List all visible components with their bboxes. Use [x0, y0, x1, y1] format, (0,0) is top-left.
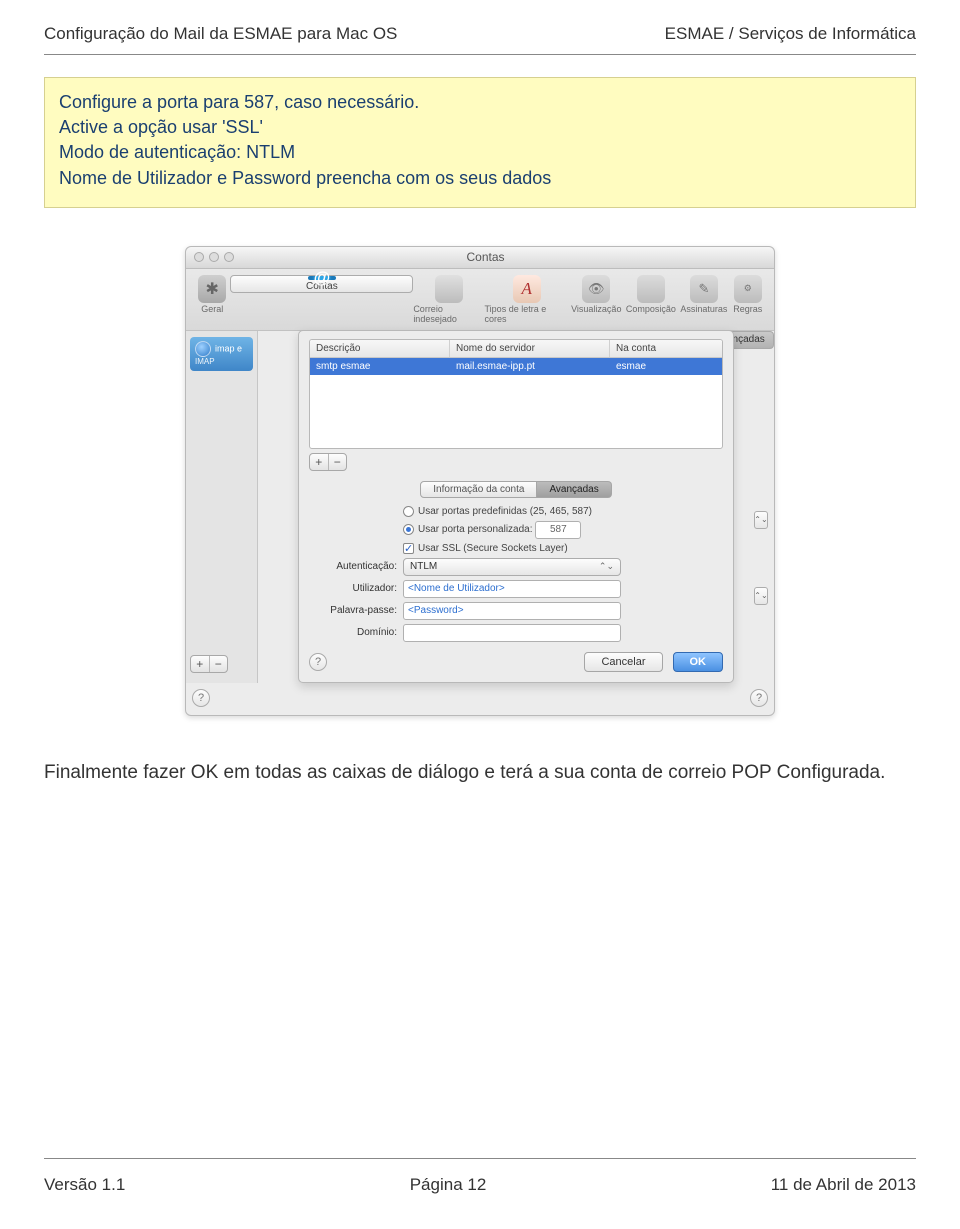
cell-description: smtp esmae — [310, 358, 450, 375]
checkbox-ssl[interactable] — [403, 543, 414, 554]
label-password: Palavra-passe: — [309, 605, 403, 616]
tab-fonts[interactable]: Tipos de letra e cores — [485, 275, 569, 324]
signature-icon — [690, 275, 718, 303]
closing-paragraph: Finalmente fazer OK em todas as caixas d… — [44, 762, 916, 784]
gear-icon — [198, 275, 226, 303]
junk-icon — [435, 275, 463, 303]
label-default-ports: Usar portas predefinidas (25, 465, 587) — [418, 506, 592, 517]
tab-signatures[interactable]: Assinaturas — [678, 275, 729, 324]
tab-accounts[interactable]: Contas — [230, 275, 413, 293]
tab-view[interactable]: Visualização — [569, 275, 624, 324]
tab-rules[interactable]: Regras — [730, 275, 766, 324]
cancel-button[interactable]: Cancelar — [584, 652, 662, 672]
footer-date: 11 de Abril de 2013 — [771, 1175, 916, 1195]
tab-compose[interactable]: Composição — [624, 275, 679, 324]
help-button[interactable]: ? — [750, 689, 768, 707]
password-input[interactable]: <Password> — [403, 602, 621, 620]
username-input[interactable]: <Nome de Utilizador> — [403, 580, 621, 598]
tab-account-info[interactable]: Informação da conta — [420, 481, 537, 498]
add-account-button[interactable]: + — [191, 656, 210, 672]
chevron-updown-icon: ⌃⌄ — [599, 561, 614, 572]
ok-button[interactable]: OK — [673, 652, 724, 672]
column-header-description[interactable]: Descrição — [310, 340, 450, 357]
sidebar-plus-minus: + − — [190, 655, 228, 673]
note-line: Nome de Utilizador e Password preencha c… — [59, 166, 901, 191]
label-domain: Domínio: — [309, 627, 403, 638]
tab-junk[interactable]: Correio indesejado — [413, 275, 484, 324]
server-plus-minus: + − — [309, 453, 347, 471]
cell-account: esmae — [610, 358, 722, 375]
eye-icon — [582, 275, 610, 303]
add-server-button[interactable]: + — [310, 454, 329, 470]
sidebar-item-account[interactable]: imap e IMAP — [190, 337, 253, 371]
window-title: Contas — [197, 250, 774, 264]
note-line: Active a opção usar 'SSL' — [59, 115, 901, 140]
at-icon — [308, 276, 336, 280]
auth-select[interactable]: NTLM⌃⌄ — [403, 558, 621, 576]
compose-icon — [637, 275, 665, 303]
header-right: ESMAE / Serviços de Informática — [665, 24, 916, 44]
header-left: Configuração do Mail da ESMAE para Mac O… — [44, 24, 397, 44]
rules-icon — [734, 275, 762, 303]
remove-account-button[interactable]: − — [210, 656, 228, 672]
titlebar: Contas — [186, 247, 774, 269]
radio-custom-port[interactable] — [403, 524, 414, 535]
table-row[interactable]: smtp esmae mail.esmae-ipp.pt esmae — [310, 358, 722, 375]
note-line: Modo de autenticação: NTLM — [59, 140, 901, 165]
background-select-stub[interactable]: ⌃⌄ — [754, 511, 768, 529]
domain-input[interactable] — [403, 624, 621, 642]
mac-window: Contas Geral Contas Correio indesejado T… — [185, 246, 775, 716]
label-custom-port: Usar porta personalizada: — [418, 524, 533, 535]
preferences-toolbar: Geral Contas Correio indesejado Tipos de… — [186, 269, 774, 331]
background-select-stub[interactable]: ⌃⌄ — [754, 587, 768, 605]
remove-server-button[interactable]: − — [329, 454, 347, 470]
note-line: Configure a porta para 587, caso necessá… — [59, 90, 901, 115]
smtp-server-list: Descrição Nome do servidor Na conta smtp… — [309, 339, 723, 449]
radio-default-ports[interactable] — [403, 506, 414, 517]
globe-icon — [195, 341, 211, 357]
help-button[interactable]: ? — [192, 689, 210, 707]
instruction-note: Configure a porta para 587, caso necessá… — [44, 77, 916, 208]
sheet-tabs: Informação da conta Avançadas — [309, 481, 723, 498]
footer-page: Página 12 — [410, 1175, 487, 1195]
font-icon — [513, 275, 541, 303]
column-header-account[interactable]: Na conta — [610, 340, 722, 357]
divider — [44, 54, 916, 55]
label-ssl: Usar SSL (Secure Sockets Layer) — [418, 543, 568, 554]
label-auth: Autenticação: — [309, 561, 403, 572]
port-input[interactable]: 587 — [535, 521, 581, 539]
tab-advanced[interactable]: Avançadas — [537, 481, 611, 498]
smtp-sheet: Descrição Nome do servidor Na conta smtp… — [298, 330, 734, 683]
tab-general[interactable]: Geral — [194, 275, 230, 324]
cell-server: mail.esmae-ipp.pt — [450, 358, 610, 375]
accounts-sidebar: imap e IMAP + − — [186, 331, 258, 683]
footer-divider — [44, 1158, 916, 1159]
footer-version: Versão 1.1 — [44, 1175, 125, 1195]
label-user: Utilizador: — [309, 583, 403, 594]
column-header-server[interactable]: Nome do servidor — [450, 340, 610, 357]
help-button[interactable]: ? — [309, 653, 327, 671]
